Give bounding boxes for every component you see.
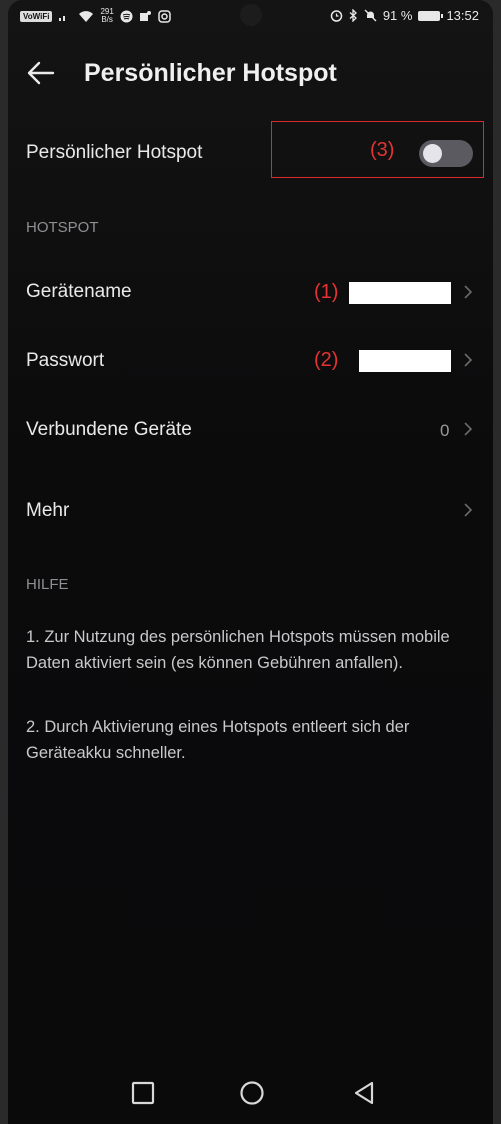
alarm-icon: [330, 10, 343, 22]
battery-percent: 91 %: [382, 8, 413, 23]
connected-devices-count: 0: [440, 421, 450, 440]
front-camera: [240, 4, 262, 26]
home-circle-icon[interactable]: [239, 1080, 265, 1106]
spotify-icon: [120, 10, 133, 22]
instagram-icon: [158, 9, 171, 23]
signal-icon: [59, 16, 66, 21]
connected-devices-label: Verbundene Geräte: [26, 419, 192, 440]
chevron-right-icon: [464, 503, 473, 517]
annotation-2: (2): [314, 349, 339, 371]
password-label: Passwort: [26, 350, 105, 371]
hotspot-toggle-label: Persönlicher Hotspot: [26, 142, 203, 163]
back-triangle-icon[interactable]: [351, 1080, 377, 1106]
net-speed: 291 B/s: [100, 8, 113, 24]
status-left: VoWiFi 291 B/s: [20, 8, 171, 24]
clock: 13:52: [446, 8, 479, 23]
help-item-1: 1. Zur Nutzung des persönlichen Hotspots…: [26, 628, 450, 672]
vowifi-badge: VoWiFi: [20, 10, 53, 22]
redacted-password: [359, 350, 451, 372]
section-header-help: HILFE: [26, 576, 69, 593]
annotation-1: (1): [314, 281, 339, 303]
mute-icon: [364, 9, 377, 22]
redacted-device-name: [349, 282, 451, 304]
phone-screen: VoWiFi 291 B/s 91 % 13:52 Persönlicher H…: [8, 0, 493, 1124]
app-header: Persönlicher Hotspot: [26, 58, 337, 88]
recent-apps-square-icon[interactable]: [130, 1080, 156, 1106]
hotspot-switch[interactable]: [419, 140, 473, 167]
bluetooth-icon: [349, 9, 357, 22]
page-title: Persönlicher Hotspot: [84, 58, 337, 87]
chevron-right-icon: [464, 422, 473, 436]
switch-knob: [423, 144, 442, 163]
back-arrow-icon[interactable]: [26, 58, 56, 88]
navigation-bar: [8, 1054, 493, 1124]
status-bar: VoWiFi 291 B/s 91 % 13:52: [8, 0, 493, 34]
chevron-right-icon: [464, 353, 473, 367]
net-speed-unit: B/s: [101, 15, 113, 24]
chevron-right-icon: [464, 285, 473, 299]
device-name-label: Gerätename: [26, 281, 132, 302]
status-right: 91 % 13:52: [330, 8, 479, 23]
teams-icon: [139, 10, 151, 21]
help-item-2: 2. Durch Aktivierung eines Hotspots entl…: [26, 718, 410, 762]
battery-icon: [418, 10, 444, 21]
wifi-icon: [79, 11, 94, 22]
more-label: Mehr: [26, 500, 70, 521]
section-header-hotspot: HOTSPOT: [26, 219, 99, 236]
